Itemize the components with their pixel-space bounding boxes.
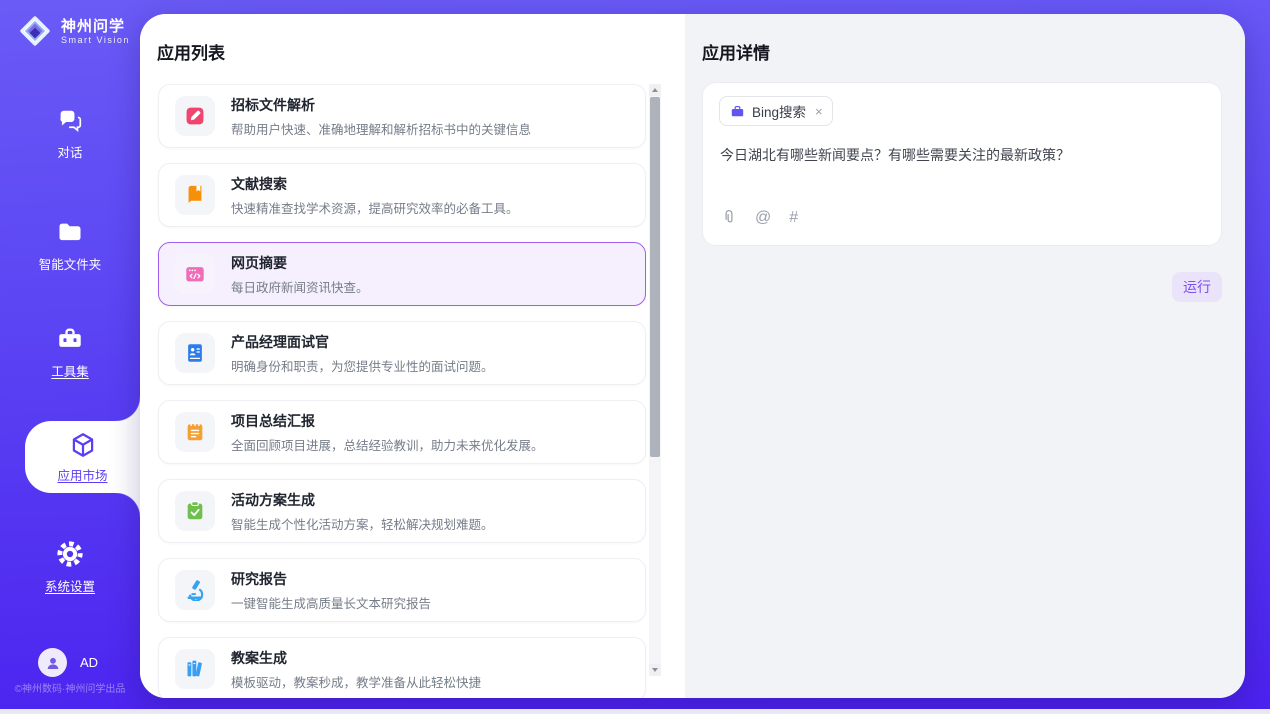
sidebar-item-label: 系统设置 [45,576,95,595]
sidebar-item-chat[interactable]: 对话 [0,107,140,161]
sidebar-item-toolset[interactable]: 工具集 [0,325,140,380]
app-logo: 神州问学 Smart Vision [16,12,130,50]
sidebar-item-smart-folder[interactable]: 智能文件夹 [0,218,140,273]
logo-subtitle: Smart Vision [61,35,130,45]
prompt-editor[interactable]: Bing搜索 × 今日湖北有哪些新闻要点？有哪些需要关注的最新政策？ @ # [702,82,1222,246]
prompt-toolbar: @ # [720,208,798,227]
app-description: 模板驱动，教案秒成，教学准备从此轻松快捷 [231,672,481,691]
app-name: 项目总结汇报 [231,411,544,431]
app-card-research-report[interactable]: 研究报告 一键智能生成高质量长文本研究报告 [158,558,646,622]
app-card-event-plan[interactable]: 活动方案生成 智能生成个性化活动方案，轻松解决规划难题。 [158,479,646,543]
interviewer-doc-icon [184,342,206,364]
scrollbar-thumb[interactable] [650,97,660,457]
sidebar: 神州问学 Smart Vision 对话 智能文件夹 [0,0,140,709]
run-button[interactable]: 运行 [1172,272,1222,302]
app-name: 产品经理面试官 [231,332,494,352]
app-icon-tile [175,570,215,610]
query-text[interactable]: 今日湖北有哪些新闻要点？有哪些需要关注的最新政策？ [720,145,1200,165]
app-icon-tile [175,175,215,215]
gear-icon [56,540,84,568]
chip-close-icon[interactable]: × [815,105,823,118]
app-description: 明确身份和职责，为您提供专业性的面试问题。 [231,356,494,375]
sidebar-item-settings[interactable]: 系统设置 [0,540,140,595]
chat-icon [57,107,84,134]
app-icon-tile [175,491,215,531]
scroll-up-arrow-icon [652,88,658,92]
app-name: 文献搜索 [231,174,519,194]
toolbox-icon [56,325,84,353]
app-description: 每日政府新闻资讯快查。 [231,277,369,296]
app-name: 招标文件解析 [231,95,531,115]
user-initials: AD [80,655,98,670]
app-list-scrollbar[interactable] [649,84,661,676]
briefcase-icon [730,104,745,119]
app-description: 快速精准查找学术资源，提高研究效率的必备工具。 [231,198,519,217]
sidebar-item-label: 应用市场 [57,465,107,484]
app-list: 招标文件解析 帮助用户快速、准确地理解和解析招标书中的关键信息 文献搜索 [158,84,646,698]
app-card-pm-interviewer[interactable]: 产品经理面试官 明确身份和职责，为您提供专业性的面试问题。 [158,321,646,385]
app-name: 活动方案生成 [231,490,494,510]
logo-title: 神州问学 [61,18,130,35]
app-card-webpage-summary[interactable]: 网页摘要 每日政府新闻资讯快查。 [158,242,646,306]
app-description: 全面回顾项目进展，总结经验教训，助力未来优化发展。 [231,435,544,454]
webpage-code-icon [184,263,206,285]
app-name: 教案生成 [231,648,481,668]
app-card-project-summary[interactable]: 项目总结汇报 全面回顾项目进展，总结经验教训，助力未来优化发展。 [158,400,646,464]
bottom-edge-strip [0,709,1270,714]
app-list-panel: 应用列表 招标文件解析 帮助用户快速、准确地理解和解析招标书中的关键信息 [140,14,685,698]
copyright-footer: ©神州数码·神州问学出品 [0,680,140,695]
sidebar-item-label: 对话 [57,142,82,161]
microscope-icon [184,579,206,601]
app-name: 网页摘要 [231,253,369,273]
app-icon-tile [175,412,215,452]
hash-icon[interactable]: # [789,210,798,226]
books-icon [184,658,206,680]
app-name: 研究报告 [231,569,431,589]
app-icon-tile [175,649,215,689]
app-list-title: 应用列表 [157,39,225,64]
user-account[interactable]: AD [38,648,98,677]
literature-book-icon [184,184,206,206]
app-card-lesson-plan[interactable]: 教案生成 模板驱动，教案秒成，教学准备从此轻松快捷 [158,637,646,698]
app-card-literature-search[interactable]: 文献搜索 快速精准查找学术资源，提高研究效率的必备工具。 [158,163,646,227]
app-icon-tile [175,96,215,136]
app-description: 帮助用户快速、准确地理解和解析招标书中的关键信息 [231,119,531,138]
app-card-tender-analysis[interactable]: 招标文件解析 帮助用户快速、准确地理解和解析招标书中的关键信息 [158,84,646,148]
tool-chip-label: Bing搜索 [752,101,806,121]
scroll-up-button[interactable] [649,84,661,96]
sidebar-item-label: 智能文件夹 [39,254,102,273]
tool-chip-bing-search[interactable]: Bing搜索 × [719,96,833,126]
app-icon-tile [175,254,215,294]
cube-icon [69,431,97,459]
mention-icon[interactable]: @ [755,210,771,226]
scroll-down-arrow-icon [652,668,658,672]
scroll-down-button[interactable] [649,664,661,676]
folder-icon [56,218,84,246]
app-detail-title: 应用详情 [702,39,770,64]
attachment-icon[interactable] [720,208,737,227]
main-container: 应用列表 招标文件解析 帮助用户快速、准确地理解和解析招标书中的关键信息 [140,14,1245,698]
clipboard-check-icon [184,500,206,522]
avatar [38,648,67,677]
notepad-icon [184,421,206,443]
app-description: 一键智能生成高质量长文本研究报告 [231,593,431,612]
tender-doc-icon [184,105,206,127]
sidebar-item-app-market[interactable]: 应用市场 [25,421,140,493]
app-detail-panel: 应用详情 Bing搜索 × 今日湖北有哪些新闻要点？有哪些需要关注的最新政策？ [685,14,1245,698]
app-icon-tile [175,333,215,373]
app-description: 智能生成个性化活动方案，轻松解决规划难题。 [231,514,494,533]
sidebar-item-label: 工具集 [51,361,89,380]
gem-logo-icon [16,12,54,50]
